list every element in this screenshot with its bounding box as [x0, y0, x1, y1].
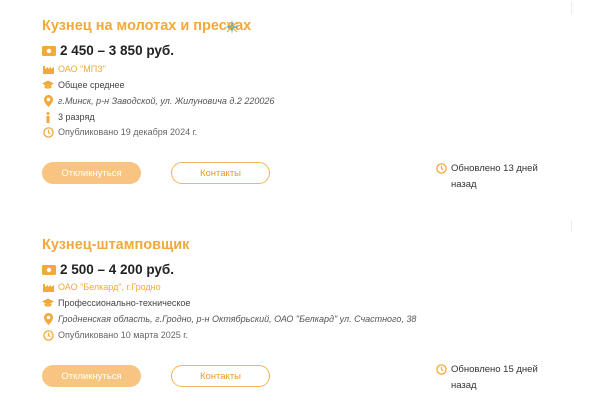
- money-icon: [42, 264, 56, 275]
- vacancy-title[interactable]: Кузнец-штамповщик: [42, 237, 189, 253]
- company-row: ОАО "Белкард", г.Гродно: [42, 281, 161, 293]
- factory-icon: [42, 281, 54, 293]
- address-text: г.Минск, р-н Заводской, ул. Жилуновича д…: [58, 96, 275, 106]
- divider: [571, 2, 572, 14]
- published-row: Опубликовано 10 марта 2025 г.: [42, 329, 188, 341]
- divider: [571, 220, 572, 232]
- company-row: ОАО "МПЗ": [42, 63, 106, 75]
- address-row: г.Минск, р-н Заводской, ул. Жилуновича д…: [42, 95, 274, 107]
- education-row: Общее среднее: [42, 79, 125, 91]
- graduation-cap-icon: [42, 79, 54, 91]
- rank-text: 3 разряд: [58, 112, 95, 122]
- vacancy-card: Кузнец-штамповщик 2 500 – 4 200 руб. ОАО…: [0, 220, 590, 414]
- salary-text: 2 450 – 3 850 руб.: [60, 43, 174, 58]
- education-row: Профессионально-техническое: [42, 297, 190, 309]
- contacts-button[interactable]: Контакты: [171, 365, 270, 387]
- apply-button[interactable]: Откликнуться: [42, 162, 141, 184]
- graduation-cap-icon: [42, 297, 54, 309]
- vacancy-card: Кузнец на молотах и прессах 2 450 – 3 85…: [0, 0, 590, 220]
- clock-icon: [436, 163, 447, 174]
- updated-info: Обновлено 15 дней назад: [436, 362, 556, 394]
- salary: 2 450 – 3 850 руб.: [42, 43, 174, 58]
- clock-icon: [42, 329, 54, 341]
- factory-icon: [42, 63, 54, 75]
- education-text: Общее среднее: [58, 80, 125, 90]
- clock-icon: [42, 126, 54, 138]
- address-row: Гродненская область, г.Гродно, р-н Октяб…: [42, 313, 416, 325]
- money-icon: [42, 45, 56, 56]
- sparkle-icon: [225, 20, 239, 34]
- company-link[interactable]: ОАО "МПЗ": [58, 64, 106, 74]
- vacancy-title[interactable]: Кузнец на молотах и прессах: [42, 18, 251, 34]
- info-icon: [42, 111, 54, 123]
- company-link[interactable]: ОАО "Белкард", г.Гродно: [58, 282, 161, 292]
- education-text: Профессионально-техническое: [58, 298, 191, 308]
- updated-info: Обновлено 13 дней назад: [436, 161, 556, 193]
- published-row: Опубликовано 19 декабря 2024 г.: [42, 126, 197, 138]
- updated-text: Обновлено 13 дней назад: [451, 163, 538, 190]
- rank-row: 3 разряд: [42, 111, 95, 123]
- address-text: Гродненская область, г.Гродно, р-н Октяб…: [58, 314, 417, 324]
- apply-button[interactable]: Откликнуться: [42, 365, 141, 387]
- updated-text: Обновлено 15 дней назад: [451, 364, 538, 391]
- published-text: Опубликовано 19 декабря 2024 г.: [58, 127, 198, 137]
- contacts-button[interactable]: Контакты: [171, 162, 270, 184]
- location-pin-icon: [42, 313, 54, 325]
- location-pin-icon: [42, 95, 54, 107]
- published-text: Опубликовано 10 марта 2025 г.: [58, 330, 188, 340]
- clock-icon: [436, 364, 447, 375]
- salary: 2 500 – 4 200 руб.: [42, 262, 174, 277]
- salary-text: 2 500 – 4 200 руб.: [60, 262, 174, 277]
